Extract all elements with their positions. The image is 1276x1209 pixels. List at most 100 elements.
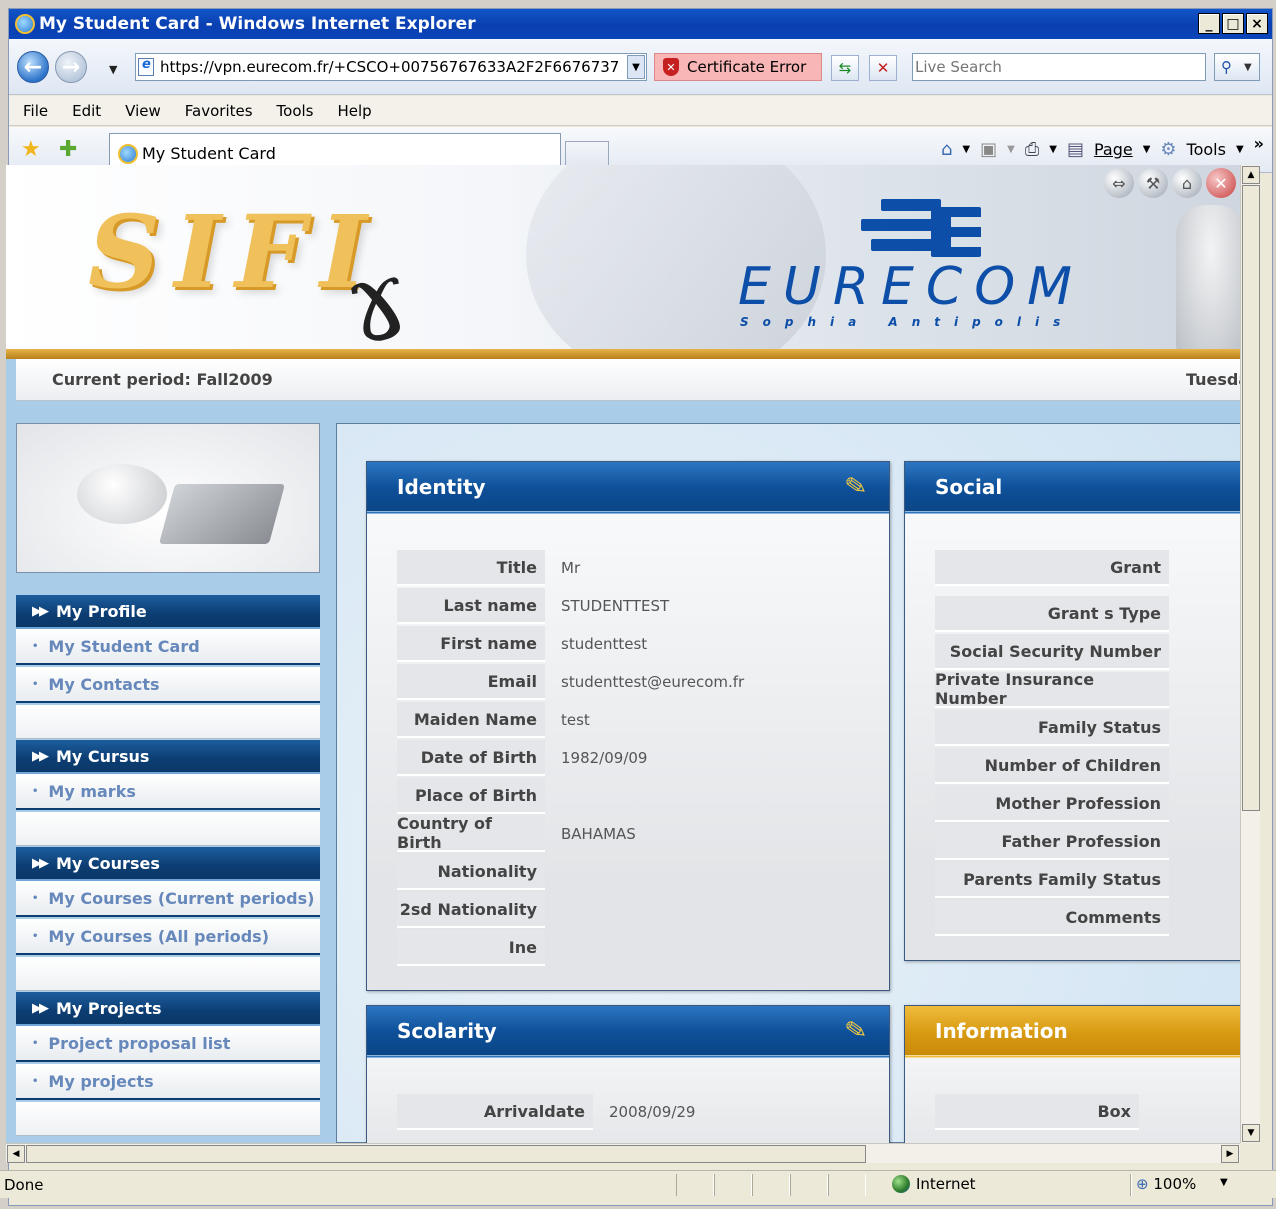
edit-pencil-icon[interactable]: ✎	[839, 470, 874, 505]
field-value: Mr	[561, 559, 581, 577]
menu-favorites[interactable]: Favorites	[185, 102, 253, 120]
zoom-level[interactable]: ⊕ 100%	[1136, 1175, 1196, 1193]
address-bar[interactable]: https://vpn.eurecom.fr/+CSCO+00756767633…	[135, 53, 647, 81]
field-row: Ine	[397, 930, 561, 966]
field-label: Email	[397, 664, 545, 700]
scroll-up-icon[interactable]: ▲	[1242, 166, 1260, 184]
command-bar: ⌂ ▼ ▣ ▼ ⎙ ▼ ▤ Page ▼ ⚙ Tools ▼ »	[941, 134, 1264, 160]
scroll-left-icon[interactable]: ◀	[7, 1145, 25, 1163]
certificate-error-label: Certificate Error	[687, 58, 807, 76]
chevron-more-icon[interactable]: »	[1254, 134, 1264, 153]
logout-icon[interactable]: ✕	[1206, 168, 1236, 198]
menu-help[interactable]: Help	[338, 102, 372, 120]
print-icon[interactable]: ⎙	[1025, 139, 1039, 160]
certificate-error-button[interactable]: ✕ Certificate Error	[654, 53, 822, 81]
vertical-scroll-thumb[interactable]	[1242, 185, 1260, 811]
favorites-star-icon[interactable]: ★	[21, 137, 41, 162]
double-arrow-icon: ▶▶	[32, 603, 49, 619]
navigate-arrows-icon[interactable]: ⇔	[1104, 168, 1134, 198]
scolarity-panel: Scolarity ✎ Arrivaldate 2008/09/29	[366, 1005, 890, 1143]
menu-edit[interactable]: Edit	[72, 102, 101, 120]
menu-header-my-profile: ▶▶ My Profile	[16, 595, 320, 629]
page-icon	[138, 57, 154, 76]
search-input[interactable]	[912, 53, 1206, 81]
field-label: Comments	[935, 900, 1169, 936]
home-dropdown-icon[interactable]: ▼	[962, 144, 970, 155]
vertical-scrollbar[interactable]: ▲ ▼	[1240, 165, 1260, 1143]
page-menu[interactable]: Page	[1094, 140, 1133, 159]
feeds-icon[interactable]: ▣	[980, 139, 997, 160]
home-page-icon[interactable]: ⌂	[1172, 168, 1202, 198]
field-row: Private Insurance Number	[935, 670, 1169, 708]
horizontal-scrollbar[interactable]: ◀ ▶	[6, 1143, 1240, 1163]
menu-item-my-courses-current[interactable]: • My Courses (Current periods)	[16, 881, 320, 917]
horizontal-scroll-thumb[interactable]	[26, 1145, 866, 1163]
field-row: Family Status	[935, 710, 1169, 746]
menu-item-project-proposal-list[interactable]: • Project proposal list	[16, 1026, 320, 1062]
add-favorites-icon[interactable]: ✚	[59, 137, 77, 162]
menu-item-my-courses-all[interactable]: • My Courses (All periods)	[16, 919, 320, 955]
field-label: Nationality	[397, 854, 545, 890]
field-label: Grant s Type	[935, 596, 1169, 632]
information-panel: Information Box	[904, 1005, 1240, 1143]
menu-item-label: My Courses (All periods)	[48, 926, 270, 946]
menu-item-label: My Student Card	[48, 636, 200, 656]
scroll-down-icon[interactable]: ▼	[1242, 1124, 1260, 1142]
field-value: test	[561, 711, 590, 729]
refresh-icon[interactable]: ⇆	[831, 55, 859, 81]
menu-tools[interactable]: Tools	[277, 102, 314, 120]
print-dropdown-icon[interactable]: ▼	[1049, 144, 1057, 155]
field-label: 2sd Nationality	[397, 892, 545, 928]
information-header: Information	[905, 1006, 1240, 1058]
magnifier-icon: ⚲	[1221, 58, 1232, 76]
menu-item-my-student-card[interactable]: • My Student Card	[16, 629, 320, 665]
search-button[interactable]: ⚲ ▼	[1214, 53, 1260, 81]
field-label: Date of Birth	[397, 740, 545, 776]
menu-header-label: My Profile	[56, 601, 147, 621]
tools-menu[interactable]: Tools	[1187, 140, 1226, 159]
field-row: Number of Children	[935, 748, 1169, 784]
field-row: Grant s Type	[935, 596, 1169, 632]
field-row: Grant	[935, 550, 1169, 586]
stop-icon[interactable]: ✕	[869, 55, 897, 81]
menu-header-my-courses: ▶▶ My Courses	[16, 847, 320, 881]
identity-panel: Identity ✎ Title Mr Last name STUDENTTEST Fi…	[366, 461, 890, 991]
address-dropdown-icon[interactable]: ▼	[627, 55, 645, 79]
field-label: Box	[935, 1094, 1139, 1130]
forward-button[interactable]: →	[55, 51, 87, 83]
zoom-dropdown-icon[interactable]: ▼	[1220, 1177, 1228, 1188]
tools-icon[interactable]: ⚒	[1138, 168, 1168, 198]
back-button[interactable]: ←	[17, 51, 49, 83]
history-dropdown-icon[interactable]: ▼	[109, 63, 117, 76]
field-row: 2sd Nationality	[397, 892, 561, 928]
field-label: Maiden Name	[397, 702, 545, 738]
current-date: Tuesda	[1186, 370, 1240, 389]
field-label: Social Security Number	[935, 634, 1169, 670]
field-label: Title	[397, 550, 545, 586]
search-dropdown-icon[interactable]: ▼	[1244, 62, 1252, 73]
ie-tab-icon	[118, 143, 138, 164]
menu-spacer	[16, 1102, 320, 1136]
security-zone[interactable]: Internet	[892, 1175, 976, 1193]
minimize-button[interactable]: _	[1198, 13, 1220, 34]
mascot-figure	[1176, 205, 1240, 355]
ie-icon	[15, 14, 35, 34]
field-row: Maiden Name test	[397, 702, 590, 738]
menu-view[interactable]: View	[125, 102, 161, 120]
maximize-button[interactable]: □	[1222, 13, 1244, 34]
header-banner: SIFI ɤ EURECOM Sophia Antipolis ⇔ ⚒ ⌂ ✕	[6, 165, 1240, 357]
tools-dropdown-icon[interactable]: ▼	[1236, 144, 1244, 155]
home-icon[interactable]: ⌂	[941, 139, 952, 160]
close-button[interactable]: ×	[1246, 13, 1268, 34]
edit-pencil-icon[interactable]: ✎	[839, 1014, 874, 1049]
menu-bar: File Edit View Favorites Tools Help	[9, 96, 1272, 126]
menu-item-my-marks[interactable]: • My marks	[16, 774, 320, 810]
menu-item-my-contacts[interactable]: • My Contacts	[16, 667, 320, 703]
menu-file[interactable]: File	[23, 102, 48, 120]
page-dropdown-icon[interactable]: ▼	[1143, 144, 1151, 155]
zone-label: Internet	[916, 1175, 976, 1193]
scroll-right-icon[interactable]: ▶	[1221, 1145, 1239, 1163]
feeds-dropdown-icon[interactable]: ▼	[1007, 144, 1015, 155]
menu-item-my-projects[interactable]: • My projects	[16, 1064, 320, 1100]
url-text: https://vpn.eurecom.fr/+CSCO+00756767633…	[160, 58, 620, 76]
